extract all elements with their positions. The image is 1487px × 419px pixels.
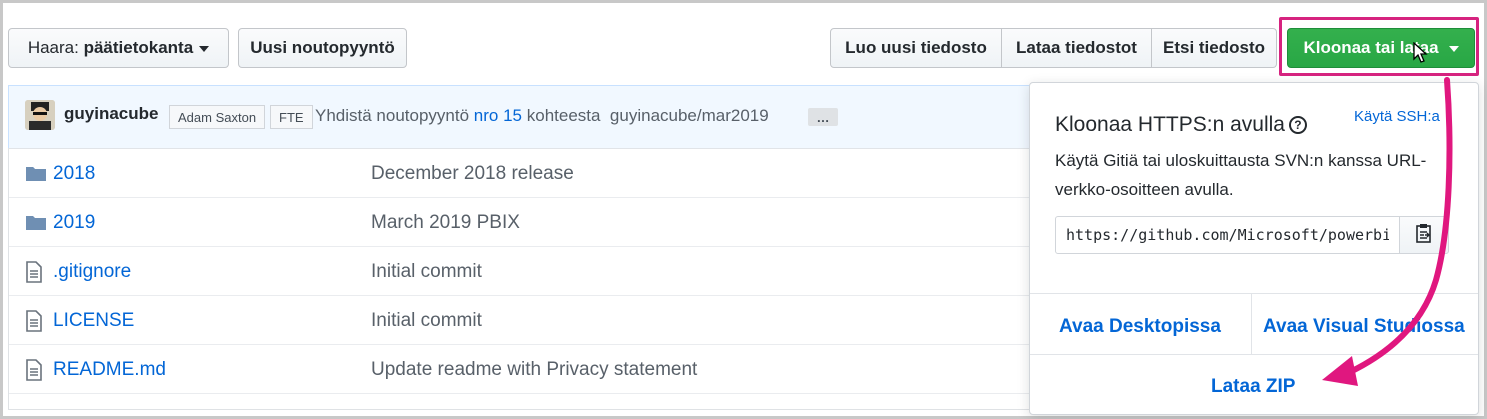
- branch-prefix-label: Haara:: [27, 38, 79, 57]
- find-file-label: Etsi tiedosto: [1162, 38, 1265, 57]
- file-name-link[interactable]: README.md: [53, 359, 166, 381]
- clone-panel-title-text: Kloonaa HTTPS:n avulla: [1055, 113, 1285, 136]
- chevron-down-icon: [1448, 46, 1459, 52]
- author-role-badge: FTE: [270, 105, 313, 129]
- find-file-button[interactable]: Etsi tiedosto: [1152, 28, 1277, 68]
- download-zip-link[interactable]: Lataa ZIP: [1211, 376, 1295, 398]
- file-name-link[interactable]: 2018: [53, 163, 95, 185]
- file-icon: [25, 359, 43, 386]
- divider: [1251, 293, 1252, 354]
- file-icon: [25, 261, 43, 288]
- upload-files-label: Lataa tiedostot: [1016, 38, 1137, 57]
- file-commit-message[interactable]: Initial commit: [371, 261, 482, 283]
- author-name-badge: Adam Saxton: [169, 105, 266, 129]
- clipboard-icon: [1414, 222, 1434, 249]
- use-ssh-link[interactable]: Käytä SSH:a: [1354, 108, 1440, 125]
- commit-branch-ref: guyinacube/mar2019: [609, 106, 769, 125]
- list-item[interactable]: 2019 March 2019 PBIX: [9, 198, 1029, 247]
- branch-selector-button[interactable]: Haara: päätietokanta: [8, 28, 229, 68]
- clone-or-download-button[interactable]: Kloonaa tai lataa: [1287, 28, 1475, 68]
- list-item[interactable]: 2018 December 2018 release: [9, 149, 1029, 198]
- pull-request-link[interactable]: nro 15: [474, 106, 522, 125]
- clone-url-input[interactable]: [1055, 216, 1400, 254]
- folder-icon: [25, 163, 47, 188]
- latest-commit-bar: guyinacube Adam Saxton FTE Yhdistä nouto…: [8, 85, 1030, 148]
- list-item[interactable]: LICENSE Initial commit: [9, 296, 1029, 345]
- file-actions-group: Luo uusi tiedosto Lataa tiedostot Etsi t…: [830, 28, 1277, 68]
- file-icon: [25, 310, 43, 337]
- new-pull-request-label: Uusi noutopyyntö: [250, 38, 395, 57]
- divider: [1030, 293, 1478, 294]
- clone-panel-title: Kloonaa HTTPS:n avulla?: [1055, 113, 1307, 137]
- file-list: 2018 December 2018 release 2019 March 20…: [8, 148, 1030, 410]
- file-commit-message[interactable]: December 2018 release: [371, 163, 574, 185]
- folder-icon: [25, 212, 47, 237]
- commit-message: Yhdistä noutopyyntö nro 15 kohteesta guy…: [315, 106, 769, 126]
- divider: [1030, 354, 1478, 355]
- help-icon[interactable]: ?: [1288, 116, 1307, 134]
- create-file-label: Luo uusi tiedosto: [845, 38, 987, 57]
- mouse-cursor-icon: [1413, 42, 1428, 63]
- branch-name-label: päätietokanta: [83, 38, 194, 57]
- chevron-down-icon: [199, 46, 210, 52]
- commit-message-middle: kohteesta: [526, 106, 601, 125]
- clone-panel-description: Käytä Gitiä tai uloskuittausta SVN:n kan…: [1055, 151, 1427, 199]
- clone-dropdown-panel: Kloonaa HTTPS:n avulla? Käytä SSH:a Käyt…: [1029, 82, 1479, 415]
- expand-commit-button[interactable]: …: [808, 108, 838, 126]
- open-in-desktop-link[interactable]: Avaa Desktopissa: [1059, 316, 1221, 338]
- create-file-button[interactable]: Luo uusi tiedosto: [830, 28, 1002, 68]
- new-pull-request-button[interactable]: Uusi noutopyyntö: [238, 28, 407, 68]
- avatar[interactable]: [25, 100, 55, 130]
- upload-files-button[interactable]: Lataa tiedostot: [1002, 28, 1152, 68]
- file-commit-message[interactable]: Initial commit: [371, 310, 482, 332]
- commit-message-prefix: Yhdistä noutopyyntö: [315, 106, 470, 125]
- file-name-link[interactable]: LICENSE: [53, 310, 134, 332]
- open-in-visual-studio-link[interactable]: Avaa Visual Studiossa: [1263, 316, 1465, 338]
- file-commit-message[interactable]: March 2019 PBIX: [371, 212, 520, 234]
- copy-to-clipboard-button[interactable]: [1399, 216, 1449, 254]
- list-item[interactable]: .gitignore Initial commit: [9, 247, 1029, 296]
- file-commit-message[interactable]: Update readme with Privacy statement: [371, 359, 697, 381]
- file-name-link[interactable]: .gitignore: [53, 261, 131, 283]
- list-item[interactable]: README.md Update readme with Privacy sta…: [9, 345, 1029, 394]
- file-name-link[interactable]: 2019: [53, 212, 95, 234]
- commit-author[interactable]: guyinacube: [64, 104, 158, 124]
